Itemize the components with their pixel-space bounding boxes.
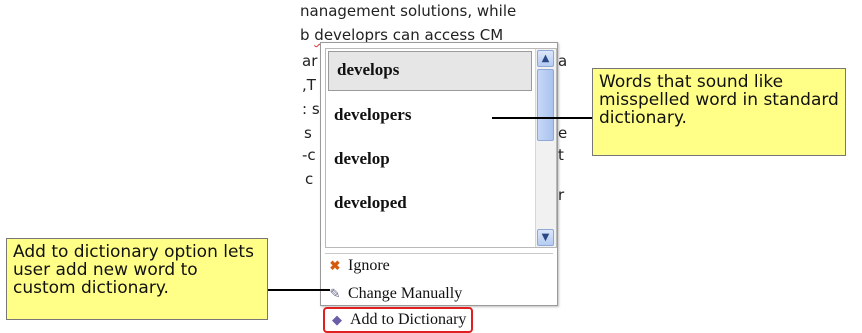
editor-fragment: -c: [302, 146, 316, 164]
editor-fragment: a: [558, 52, 568, 70]
editor-fragment: : s: [302, 100, 320, 118]
editor-fragment: ,T: [302, 76, 316, 94]
editor-fragment: c: [305, 170, 314, 188]
spellcheck-popup: develops developers develop developed ▲ …: [320, 42, 558, 333]
editor-fragment: s: [304, 124, 312, 142]
pencil-icon: ✎: [329, 286, 341, 301]
change-manually-menu-item[interactable]: ✎ Change Manually: [327, 283, 463, 305]
editor-fragment: e: [558, 124, 568, 142]
callout-leader-line: [268, 289, 330, 291]
scroll-thumb[interactable]: [537, 69, 554, 141]
callout-sound-alike: Words that sound like misspelled word in…: [592, 68, 846, 156]
ignore-label: Ignore: [348, 257, 390, 274]
suggestion-item-developed[interactable]: developed: [326, 183, 534, 223]
menu-divider: [325, 253, 553, 254]
callout-add-dictionary: Add to dictionary option lets user add n…: [6, 238, 268, 320]
ignore-menu-item[interactable]: ✖ Ignore: [327, 255, 390, 277]
editor-text-line-1: nanagement solutions, while: [300, 2, 517, 20]
suggestion-item-developers[interactable]: developers: [326, 95, 534, 135]
editor-fragment: t: [558, 146, 564, 164]
suggestion-items: develops developers develop developed: [326, 49, 534, 223]
editor-fragment: r: [558, 186, 565, 204]
book-icon: ◆: [332, 312, 342, 327]
scroll-down-icon[interactable]: ▼: [537, 229, 554, 246]
change-manually-label: Change Manually: [348, 285, 463, 302]
editor-fragment: ar: [302, 52, 318, 70]
suggestion-item-develop[interactable]: develop: [326, 139, 534, 179]
suggestion-list[interactable]: develops developers develop developed ▲ …: [325, 48, 557, 248]
callout-leader-line: [492, 117, 592, 119]
add-to-dictionary-menu-item[interactable]: ◆ Add to Dictionary: [323, 307, 474, 333]
suggestion-scrollbar[interactable]: ▲ ▼: [535, 49, 556, 247]
suggestion-item-develops[interactable]: develops: [328, 51, 532, 91]
editor-text-prefix: b: [300, 26, 315, 44]
close-x-icon: ✖: [329, 258, 341, 273]
scroll-up-icon[interactable]: ▲: [537, 50, 554, 67]
